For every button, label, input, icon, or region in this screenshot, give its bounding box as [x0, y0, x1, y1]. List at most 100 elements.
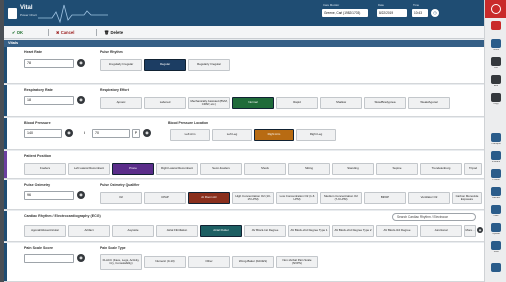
- diastolic-edit-icon[interactable]: ◉: [143, 129, 151, 137]
- resp-effort-weak-agonal[interactable]: Weak/Agonal: [408, 97, 450, 109]
- heart-rate-edit-icon[interactable]: ◉: [77, 59, 85, 67]
- position-right-lateral[interactable]: Right Lateral Recumbent: [156, 163, 198, 175]
- pulse-oximetry-edit-icon[interactable]: ◉: [77, 191, 85, 199]
- diastolic-input[interactable]: 70: [92, 129, 130, 138]
- rhythm-atrial-fibrillation[interactable]: Atrial Fibrillation: [156, 225, 198, 237]
- resp-effort-rapid[interactable]: Rapid: [276, 97, 318, 109]
- sidebar-item-6[interactable]: Incident: [486, 150, 506, 166]
- rhythm-av-block-3rd[interactable]: AV Block-3rd Degree: [376, 225, 418, 237]
- respiratory-rate-edit-icon[interactable]: ◉: [77, 96, 85, 104]
- respiratory-rate-input[interactable]: 18: [24, 96, 74, 105]
- rhythm-expand-icon[interactable]: ◉: [477, 227, 483, 233]
- sidebar-item-12[interactable]: [486, 262, 506, 278]
- pain-scale-wong-baker[interactable]: Wong-Baker (FACES): [232, 256, 274, 268]
- sidebar-item-0[interactable]: [486, 20, 506, 36]
- sidebar-item-1[interactable]: Home: [486, 38, 506, 54]
- header: Vital Power Chart Care Monitor Greene, C…: [4, 0, 484, 26]
- spo2-high-concentration[interactable]: High Concentration O2 (10-15 LPM): [232, 192, 274, 204]
- spo2-ventilator[interactable]: Ventilator O2: [408, 192, 450, 204]
- resp-effort-apneic[interactable]: Apneic: [100, 97, 142, 109]
- bp-location-left-arm[interactable]: Left Arm: [170, 129, 210, 141]
- rhythm-more-button[interactable]: More...: [464, 225, 476, 237]
- clock-icon[interactable]: ◷: [431, 9, 439, 17]
- resp-effort-mechanical[interactable]: Mechanically Assisted (BVM, CPAP, etc.): [188, 97, 230, 109]
- heart-rate-input[interactable]: 78: [24, 59, 74, 68]
- delete-button[interactable]: 🗑 Delete: [104, 28, 123, 37]
- pain-scale-numeric[interactable]: Numeric (0-10): [144, 256, 186, 268]
- section-accent: [4, 151, 7, 178]
- position-sitting[interactable]: Sitting: [288, 163, 330, 175]
- date-input[interactable]: 8/22/2019: [377, 9, 407, 17]
- rhythm-agonal[interactable]: Agonal/Idioventricular: [24, 225, 66, 237]
- spo2-o2[interactable]: O2: [100, 192, 142, 204]
- position-supine-flat[interactable]: Fowlers: [24, 163, 66, 175]
- pulse-rhythm-title: Pulse Rhythm: [100, 50, 123, 54]
- pain-score-edit-icon[interactable]: ◉: [77, 254, 85, 262]
- position-semi-fowlers[interactable]: Semi-Fowlers: [200, 163, 242, 175]
- ok-button[interactable]: ✔ OK: [12, 28, 23, 37]
- pain-scale-flacc[interactable]: FLACC (Face, Legs, Activity, Cry, Consol…: [100, 254, 142, 270]
- cancel-button[interactable]: ✖ Cancel: [56, 28, 74, 37]
- systolic-edit-icon[interactable]: ◉: [65, 129, 73, 137]
- position-trendelenburg[interactable]: Trendelenburg: [420, 163, 462, 175]
- bp-location-right-arm[interactable]: Right Arm: [254, 129, 294, 141]
- pain-scale-nonverbal[interactable]: Non-Verbal Pain Scale (NVPS): [276, 256, 318, 268]
- position-tripod[interactable]: Tripod: [464, 163, 482, 175]
- sidebar-item-9[interactable]: Files: [486, 204, 506, 220]
- pulse-rhythm-regular[interactable]: Regular: [144, 59, 186, 71]
- spo2-cpap[interactable]: CPAP: [144, 192, 186, 204]
- folder-icon: [491, 205, 501, 214]
- spo2-carbon-monoxide[interactable]: Carbon Monoxide Exposure: [452, 192, 482, 204]
- position-standing[interactable]: Standing: [332, 163, 374, 175]
- sidebar-item-7[interactable]: Photos: [486, 168, 506, 184]
- right-sidebar: Home Info Edit Copy Transport Incident P…: [484, 0, 506, 282]
- palpated-toggle[interactable]: P: [132, 129, 140, 138]
- pulse-rhythm-regularly-irregular[interactable]: Regularly Irregular: [188, 59, 230, 71]
- sidebar-item-10[interactable]: Upload: [486, 222, 506, 238]
- pain-score-input[interactable]: [24, 254, 74, 263]
- position-shock[interactable]: Shock: [244, 163, 286, 175]
- bp-location-right-leg[interactable]: Right Leg: [296, 129, 336, 141]
- rhythm-junctional[interactable]: Junctional: [420, 225, 462, 237]
- rhythm-av-block-2nd-type1[interactable]: AV Block-2nd Degree Type 1: [288, 225, 330, 237]
- copy-icon: [491, 93, 501, 102]
- rhythm-atrial-flutter[interactable]: Atrial Flutter: [200, 225, 242, 237]
- care-monitor-select[interactable]: Greene, Carl (1982/1703): [322, 9, 368, 17]
- rhythm-av-block-1st[interactable]: AV Block-1st Degree: [244, 225, 286, 237]
- sidebar-item-8[interactable]: Review: [486, 186, 506, 202]
- spo2-at-room-air[interactable]: At Room Air: [188, 192, 230, 204]
- sidebar-item-2[interactable]: Info: [486, 56, 506, 72]
- vitals-section-header: Vitals: [4, 40, 484, 47]
- sidebar-item-4[interactable]: Copy: [486, 92, 506, 108]
- spo2-low-concentration[interactable]: Low Concentration O2 (1-6 LPM): [276, 192, 318, 204]
- spo2-medium-concentration[interactable]: Medium Concentration O2 (7-9 LPM): [320, 192, 362, 204]
- pain-scale-other[interactable]: Other: [188, 256, 230, 268]
- bp-location-left-leg[interactable]: Left Leg: [212, 129, 252, 141]
- resp-effort-normal[interactable]: Normal: [232, 97, 274, 109]
- eye-icon: [491, 187, 501, 196]
- power-button[interactable]: [485, 0, 506, 18]
- page-title: Vital: [20, 5, 33, 11]
- toolbar-divider: [96, 29, 97, 36]
- systolic-input[interactable]: 140: [24, 129, 62, 138]
- cardiac-rhythm-search[interactable]: Search Cardiac Rhythm / Electrocar: [392, 213, 476, 221]
- spo2-bipap[interactable]: BiPAP: [364, 192, 406, 204]
- rhythm-av-block-2nd-type2[interactable]: AV Block-2nd Degree Type 2: [332, 225, 374, 237]
- sidebar-item-5[interactable]: Transport: [486, 132, 506, 148]
- rhythm-asystole[interactable]: Asystole: [112, 225, 154, 237]
- position-left-lateral[interactable]: Left Lateral Recumbent: [68, 163, 110, 175]
- resp-effort-slow-bradypnea[interactable]: Slow/Bradypnea: [364, 97, 406, 109]
- sidebar-item-11[interactable]: Tools: [486, 240, 506, 256]
- pulse-rhythm-irregular-irregular[interactable]: Irregularly Irregular: [100, 59, 142, 71]
- rhythm-artifact[interactable]: Artifact: [68, 225, 110, 237]
- sidebar-item-3[interactable]: Edit: [486, 74, 506, 90]
- section-accent: [4, 118, 7, 149]
- position-supine[interactable]: Supine: [376, 163, 418, 175]
- section-accent: [4, 211, 7, 241]
- position-prone[interactable]: Prone: [112, 163, 154, 175]
- time-input[interactable]: 10:43: [412, 9, 428, 17]
- resp-effort-shallow[interactable]: Shallow: [320, 97, 362, 109]
- resp-effort-labored[interactable]: Labored: [144, 97, 186, 109]
- app-logo-icon: [8, 8, 17, 19]
- pulse-oximetry-input[interactable]: 96: [24, 191, 74, 200]
